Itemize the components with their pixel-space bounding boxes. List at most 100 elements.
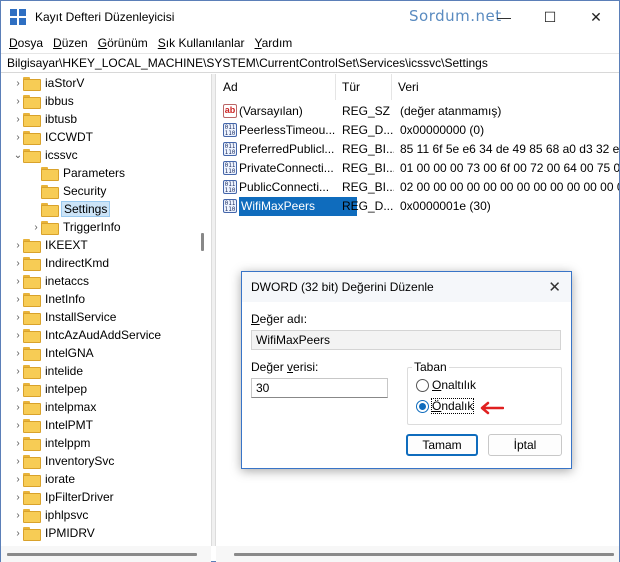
menu-favorites[interactable]: Sık Kullanılanlar [158,36,245,50]
tree-item[interactable]: › iphlpsvc [13,506,90,524]
decimal-radio[interactable] [416,400,429,413]
tree-item-label-selected: Settings [61,201,111,217]
chevron-right-icon[interactable]: › [13,74,23,92]
folder-icon [23,311,41,325]
tree-item-label: InetInfo [45,292,86,306]
tree-item[interactable]: › IpFilterDriver [13,488,116,506]
chevron-right-icon[interactable]: › [13,110,23,128]
folder-icon [23,77,41,91]
maximize-button[interactable]: ☐ [527,1,573,33]
chevron-right-icon[interactable]: › [13,452,23,470]
pane-splitter[interactable] [211,74,216,546]
chevron-right-icon[interactable]: › [13,236,23,254]
tree-item[interactable]: › IndirectKmd [13,254,111,272]
value-row[interactable]: 011 110 PrivateConnecti... REG_BI... 01 00 0… [217,159,619,178]
tree-item[interactable]: › ibbus [13,92,76,110]
value-row[interactable]: 011 110 PeerlessTimeou... REG_D... 0x0000000… [217,121,619,140]
value-name: PrivateConnecti... [239,161,334,175]
chevron-right-icon[interactable]: › [13,470,23,488]
folder-icon [23,347,41,361]
chevron-right-icon[interactable]: › [13,506,23,524]
tree-item[interactable]: › ibtusb [13,110,79,128]
folder-icon [23,509,41,523]
hexadecimal-radio[interactable] [416,379,429,392]
chevron-right-icon[interactable]: › [13,362,23,380]
menu-file[interactable]: Dosya [9,36,43,50]
chevron-down-icon[interactable]: ⌄ [13,146,23,164]
chevron-right-icon[interactable]: › [31,218,41,236]
folder-icon [23,383,41,397]
tree-item[interactable]: › intelppm [13,434,92,452]
chevron-right-icon[interactable]: › [13,434,23,452]
tree-item[interactable]: › iorate [13,470,77,488]
chevron-right-icon[interactable]: › [13,344,23,362]
folder-icon [23,473,41,487]
minimize-button[interactable]: — [481,1,527,33]
tree-item[interactable]: › intelide [13,362,85,380]
column-header-name[interactable]: Ad [217,74,336,100]
tree-item[interactable]: › InventorySvc [13,452,116,470]
tree-item[interactable]: › InstallService [13,308,118,326]
tree-item[interactable]: › intelpep [13,380,89,398]
list-horizontal-scrollbar[interactable] [216,546,619,562]
chevron-right-icon[interactable]: › [13,488,23,506]
tree-item[interactable]: › IKEEXT [13,236,90,254]
tree-item[interactable]: Parameters [31,164,127,182]
tree-item[interactable]: › IntelGNA [13,344,96,362]
registry-editor-window: Kayıt Defteri Düzenleyicisi Sordum.net —… [0,0,620,562]
tree-item[interactable]: Security [31,182,108,200]
chevron-right-icon[interactable]: › [13,128,23,146]
chevron-right-icon[interactable]: › [13,290,23,308]
value-row[interactable]: ab (Varsayılan) REG_SZ (değer atanmamış) [217,102,619,121]
tree-item[interactable]: › TriggerInfo [31,218,123,236]
decimal-radio-label[interactable]: Öndalık [430,398,475,414]
dialog-close-icon[interactable]: ✕ [548,278,561,296]
folder-icon [23,437,41,451]
tree-item[interactable]: › IPMIDRV [13,524,97,542]
chevron-right-icon[interactable]: › [13,326,23,344]
tree-item[interactable]: › IntcAzAudAddService [13,326,163,344]
folder-icon [23,257,41,271]
tree-item[interactable]: ⌄ icssvc [13,146,80,164]
chevron-right-icon[interactable]: › [13,398,23,416]
value-row[interactable]: 011 110 WifiMaxPeers REG_D... 0x0000001e (30… [217,197,619,216]
tree-item-label: IntelPMT [45,418,94,432]
tree-item[interactable]: › inetaccs [13,272,91,290]
menu-view[interactable]: Görünüm [98,36,148,50]
chevron-right-icon[interactable]: › [13,380,23,398]
folder-icon [41,203,59,217]
chevron-right-icon[interactable]: › [13,416,23,434]
window-title: Kayıt Defteri Düzenleyicisi [35,10,175,24]
menu-bar: Dosya Düzen Görünüm Sık Kullanılanlar Ya… [1,33,619,53]
address-bar[interactable]: Bilgisayar\HKEY_LOCAL_MACHINE\SYSTEM\Cur… [1,53,619,73]
value-type: REG_BI... [342,161,394,175]
tree-item[interactable]: › IntelPMT [13,416,95,434]
column-header-data[interactable]: Veri [392,74,619,100]
chevron-right-icon[interactable]: › [13,524,23,542]
value-row[interactable]: 011 110 PublicConnecti... REG_BI... 02 00 00… [217,178,619,197]
tree-item[interactable]: › ICCWDT [13,128,95,146]
tree-item[interactable]: › InetInfo [13,290,87,308]
hexadecimal-radio-label[interactable]: Onaltılık [432,378,476,392]
no-chevron [31,164,41,182]
value-row[interactable]: 011 110 PreferredPublicl... REG_BI... 85 11 … [217,140,619,159]
chevron-right-icon[interactable]: › [13,92,23,110]
tree-item[interactable]: Settings [31,200,111,218]
ok-button[interactable]: Tamam [406,434,478,456]
value-type: REG_D... [342,199,394,213]
cancel-button[interactable]: İptal [488,434,562,456]
column-header-type[interactable]: Tür [336,74,392,100]
tree-item[interactable]: › intelpmax [13,398,98,416]
tree-item-label: ibtusb [45,112,78,126]
menu-edit[interactable]: Düzen [53,36,88,50]
chevron-right-icon[interactable]: › [13,254,23,272]
menu-help[interactable]: Yardım [255,36,293,50]
close-button[interactable]: ✕ [573,1,619,33]
tree-horizontal-scrollbar[interactable] [1,546,211,562]
chevron-right-icon[interactable]: › [13,272,23,290]
value-data-input[interactable]: 30 [251,378,388,398]
tree-scrollbar-thumb[interactable] [201,233,204,251]
tree-item[interactable]: › iaStorV [13,74,86,92]
value-name-field[interactable]: WifiMaxPeers [251,330,561,350]
chevron-right-icon[interactable]: › [13,308,23,326]
